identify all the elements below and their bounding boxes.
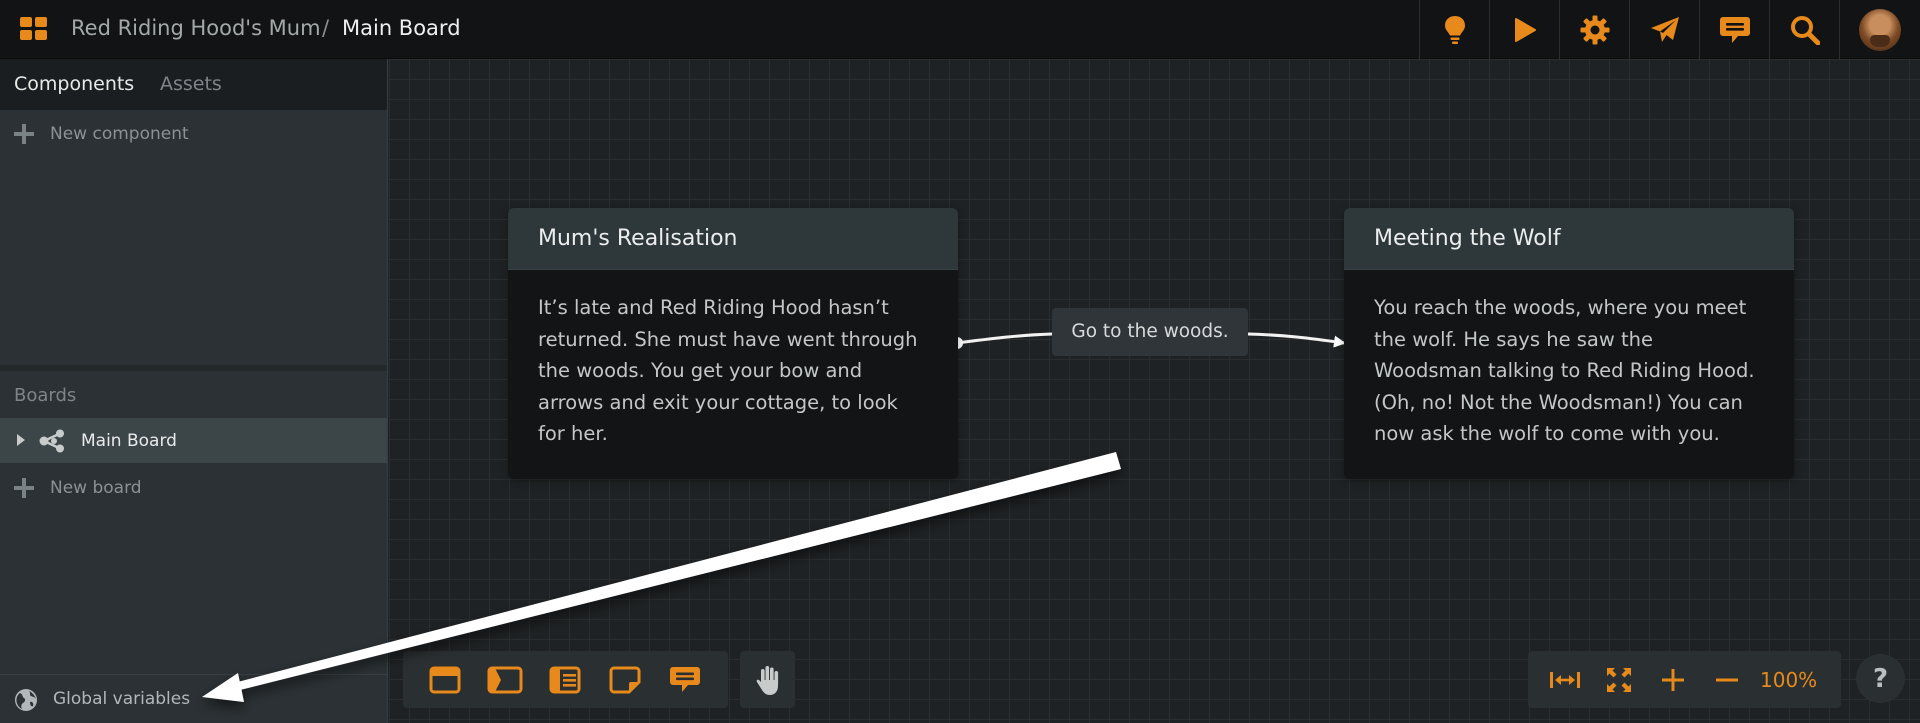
plus-icon (14, 124, 34, 144)
search-icon (1790, 15, 1820, 45)
add-note-button[interactable] (595, 651, 655, 708)
sidebar-tabs: Components Assets (0, 59, 387, 110)
card-text: It’s late and Red Riding Hood hasn’t ret… (538, 296, 918, 445)
plus-icon (14, 478, 34, 498)
user-menu-button[interactable] (1839, 0, 1920, 59)
breadcrumb-project[interactable]: Red Riding Hood's Mum (71, 0, 321, 59)
sidebar-item-main-board[interactable]: Main Board (0, 418, 387, 463)
sidebar-item-label: Main Board (81, 430, 177, 451)
global-variables-label: Global variables (53, 689, 191, 709)
fit-width-icon (1550, 671, 1580, 688)
connection-line-end (1247, 332, 1346, 348)
zoom-in-button[interactable] (1646, 651, 1700, 708)
fit-width-button[interactable] (1538, 651, 1592, 708)
global-variables-button[interactable]: Global variables (0, 674, 387, 723)
card-title: Meeting the Wolf (1344, 208, 1794, 270)
settings-button[interactable] (1559, 0, 1629, 59)
note-icon (609, 666, 641, 693)
fit-screen-button[interactable] (1592, 651, 1646, 708)
app-menu-icon[interactable] (20, 17, 48, 41)
story-card[interactable]: Mum's Realisation It’s late and Red Ridi… (508, 208, 958, 479)
breadcrumb-separator: / (322, 16, 330, 40)
boards-header: Boards (14, 385, 77, 406)
send-icon (1650, 16, 1679, 42)
card-icon (429, 666, 461, 693)
add-comment-button[interactable] (655, 651, 715, 708)
connection-label[interactable]: Go to the woods. (1052, 308, 1248, 356)
globe-icon (15, 689, 37, 711)
list-card-icon (549, 666, 581, 693)
sidebar: Components Assets New component Boards M… (0, 59, 388, 723)
board-canvas[interactable]: Mum's Realisation It’s late and Red Ridi… (389, 59, 1920, 723)
top-bar: Red Riding Hood's Mum / Main Board (0, 0, 1920, 59)
card-text: You reach the woods, where you meet the … (1374, 296, 1755, 445)
help-label: ? (1872, 663, 1889, 694)
zoom-level[interactable]: 100% (1760, 668, 1817, 692)
jump-icon (487, 666, 523, 693)
zoom-out-button[interactable] (1700, 651, 1754, 708)
add-jump-button[interactable] (475, 651, 535, 708)
card-title: Mum's Realisation (508, 208, 958, 270)
pan-tool-button[interactable] (740, 651, 795, 708)
caret-right-icon[interactable] (17, 434, 25, 446)
breadcrumb-board[interactable]: Main Board (342, 0, 461, 59)
gear-icon (1580, 15, 1609, 44)
creation-toolbar (403, 651, 728, 708)
help-button[interactable]: ? (1856, 654, 1905, 703)
plus-icon (1662, 668, 1684, 691)
tab-assets[interactable]: Assets (160, 59, 222, 110)
add-list-card-button[interactable] (535, 651, 595, 708)
publish-button[interactable] (1629, 0, 1699, 59)
add-card-button[interactable] (415, 651, 475, 708)
lightbulb-icon (1444, 15, 1465, 44)
comments-button[interactable] (1699, 0, 1769, 59)
connection-line (956, 332, 1053, 345)
lightbulb-button[interactable] (1419, 0, 1489, 59)
board-tree-icon (39, 429, 64, 453)
search-button[interactable] (1769, 0, 1839, 59)
fit-screen-icon (1607, 667, 1631, 692)
minus-icon (1716, 678, 1738, 681)
top-actions (1419, 0, 1920, 59)
play-button[interactable] (1489, 0, 1559, 59)
comment-icon (1719, 16, 1750, 43)
new-board-button[interactable]: New board (0, 465, 387, 511)
new-board-label: New board (50, 478, 142, 498)
story-card[interactable]: Meeting the Wolf You reach the woods, wh… (1344, 208, 1794, 479)
avatar (1859, 8, 1901, 51)
comment-tool-icon (670, 666, 700, 692)
new-component-button[interactable]: New component (0, 111, 387, 157)
hand-icon (756, 665, 778, 695)
play-icon (1514, 17, 1536, 42)
tab-components[interactable]: Components (14, 59, 134, 110)
new-component-label: New component (50, 124, 189, 144)
zoom-controls: 100% (1528, 651, 1841, 708)
